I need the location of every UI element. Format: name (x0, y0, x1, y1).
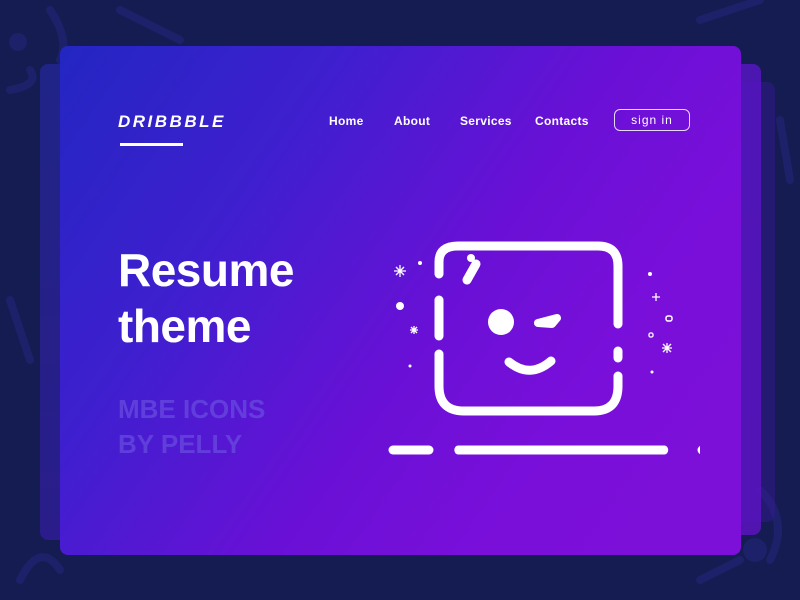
hero-title: Resume theme (118, 242, 294, 354)
landing-card: DRIBBBLE Home About Services Contacts si… (60, 46, 741, 555)
winking-face-icon (388, 241, 700, 455)
hero-subtitle-line1: MBE ICONS (118, 394, 266, 424)
nav-contacts[interactable]: Contacts (535, 114, 589, 128)
nav-home[interactable]: Home (329, 114, 364, 128)
hero-subtitle: MBE ICONS BY PELLY (118, 392, 265, 462)
hero-subtitle-line2: BY PELLY (118, 429, 243, 459)
sign-in-button[interactable]: sign in (614, 109, 690, 131)
logo[interactable]: DRIBBBLE (118, 112, 226, 132)
hero-title-line1: Resume (118, 244, 294, 296)
nav-services[interactable]: Services (460, 114, 512, 128)
hero-title-line2: theme (118, 300, 251, 352)
logo-underline (120, 143, 183, 146)
nav-about[interactable]: About (394, 114, 430, 128)
